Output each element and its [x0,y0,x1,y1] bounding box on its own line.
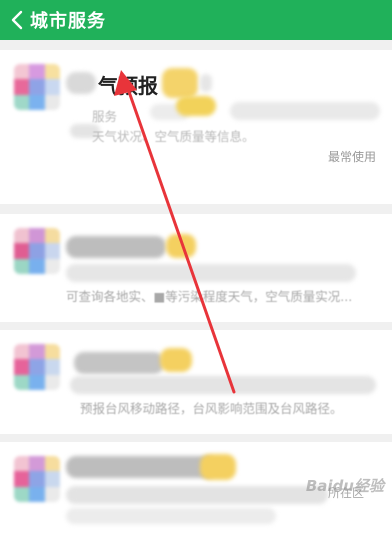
blurred-region [66,508,276,524]
top-bar: 城市服务 [0,0,392,40]
chevron-left-icon[interactable] [4,0,30,40]
blurred-region [230,102,380,120]
blurred-region [200,454,236,480]
blurred-region [166,234,196,258]
service-subtitle: 服务 [92,106,117,125]
service-tag: 最常使用 [328,148,376,165]
blurred-region [66,456,216,478]
blurred-region [66,486,328,504]
blurred-region [74,352,164,374]
blurred-region [66,236,166,258]
blurred-region [176,96,216,116]
service-description: 天气状况、空气质量等信息。 [92,126,255,145]
service-icon [14,456,60,502]
service-description: 预报台风移动路径，台风影响范围及台风路径。 [80,398,343,417]
blurred-region [162,68,198,98]
service-description: 可查询各地实、■等污染程度天气，空气质量实况... [66,286,352,305]
page-title: 城市服务 [30,7,106,33]
watermark-logo: Baidu经验 [306,475,384,496]
service-icon [14,228,60,274]
service-card-weather[interactable]: 气预报 服务 天气状况、空气质量等信息。 最常使用 [0,50,392,204]
blurred-region [200,74,212,92]
blurred-region [66,72,96,94]
blurred-region [70,376,376,394]
blurred-region [66,264,356,282]
service-icon [14,64,60,110]
service-name: 气预报 [98,70,158,99]
service-card[interactable]: 可查询各地实、■等污染程度天气，空气质量实况... [0,214,392,322]
service-icon [14,344,60,390]
blurred-region [160,348,192,372]
service-card[interactable]: 预报台风移动路径，台风影响范围及台风路径。 [0,330,392,434]
